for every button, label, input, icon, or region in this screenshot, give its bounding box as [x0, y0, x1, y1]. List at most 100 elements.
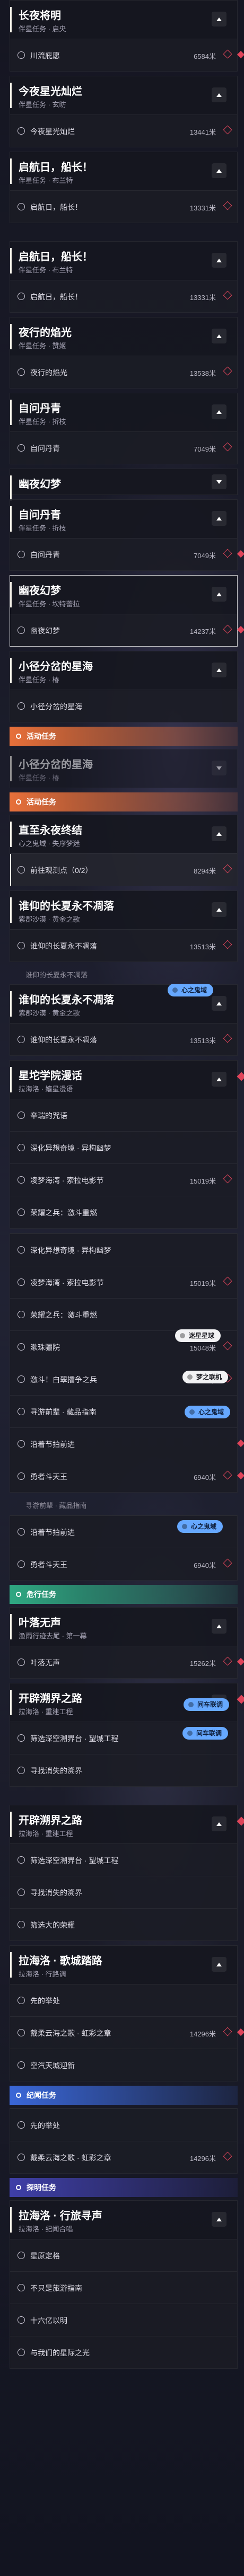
quest-header[interactable]: 拉海洛 · 行旅寻声 拉海洛 · 纪闻合唱	[10, 2201, 237, 2239]
quest-step[interactable]: 空汽天城迎新	[10, 2049, 237, 2081]
waypoint-diamond-icon[interactable]	[223, 624, 232, 634]
category-header[interactable]: 纪闻任务	[10, 2086, 238, 2105]
quest-step[interactable]: 与我们的星际之光	[10, 2336, 237, 2368]
quest-card[interactable]: 启航日，船长！ 伴星任务 · 布兰特 启航日，船长！ 13331米	[10, 152, 238, 223]
category-header[interactable]: 探明任务	[10, 2178, 238, 2197]
quest-card[interactable]: 直至永夜终结 心之鬼域 · 失序梦迷 前往观测点（0/2） 8294米	[10, 815, 238, 886]
collapse-toggle-button[interactable]	[212, 761, 226, 775]
quest-step[interactable]: 叶落无声 15262米	[10, 1646, 244, 1678]
quest-list[interactable]: 长夜将明 伴星任务 · 启央 川流庇愿 6584米 今夜星光灿烂 伴星任务 · 玄昉 今夜星…	[0, 0, 244, 2373]
quest-step[interactable]: 十六亿以明	[10, 2304, 237, 2336]
quest-step[interactable]: 先的举处	[10, 2109, 237, 2141]
region-tag[interactable]: 心之鬼域	[168, 984, 214, 996]
collapse-toggle-button[interactable]	[212, 12, 226, 27]
quest-step[interactable]: 筛选深空溯界台 · 望城工程	[10, 1843, 237, 1876]
quest-header[interactable]: 启航日，船长！ 伴星任务 · 布兰特	[10, 152, 237, 190]
quest-header[interactable]: 夜行的焰光 伴星任务 · 赞姬	[10, 317, 237, 356]
waypoint-diamond-icon[interactable]	[223, 940, 232, 949]
category-header[interactable]: 危行任务	[10, 1585, 238, 1604]
quest-step[interactable]: 沿着节拍前进	[10, 1427, 244, 1460]
quest-step[interactable]: 寻找消失的溯界	[10, 1754, 237, 1786]
quest-step[interactable]: 筛选大的荣耀	[10, 1908, 237, 1940]
quest-card[interactable]: 夜行的焰光 伴星任务 · 赞姬 夜行的焰光 13538米	[10, 317, 238, 389]
quest-step[interactable]: 川流庇愿 6584米	[10, 39, 244, 71]
quest-step[interactable]: 自问丹青 7049米	[10, 538, 244, 570]
waypoint-diamond-icon[interactable]	[223, 1034, 232, 1043]
collapse-toggle-button[interactable]	[212, 2212, 226, 2227]
waypoint-diamond-icon[interactable]	[223, 2027, 232, 2036]
quest-step[interactable]: 谁仰的长夏永不凋落 13513米	[10, 929, 237, 961]
collapse-toggle-button[interactable]	[212, 1619, 226, 1634]
collapse-toggle-button[interactable]	[212, 587, 226, 602]
quest-card[interactable]: 自问丹青 伴星任务 · 折枝 自问丹青 7049米	[10, 499, 244, 571]
waypoint-diamond-icon[interactable]	[223, 201, 232, 210]
collapse-toggle-button[interactable]	[212, 329, 226, 343]
quest-step[interactable]: 荣耀之兵：激斗重燃	[10, 1196, 237, 1228]
waypoint-diamond-icon[interactable]	[223, 2151, 232, 2161]
quest-step[interactable]: 寻找消失的溯界	[10, 1876, 237, 1908]
quest-card[interactable]: 谁仰的长夏永不凋落 紫郡沙漠 · 黄金之歌 谁仰的长夏永不凋落 13513米	[10, 890, 238, 962]
quest-card[interactable]: 星坨学院漫话 拉海洛 · 嬉星漫语 辛瑞的咒语 深化异想奇境 · 异构幽梦 凌梦海湾 ·…	[10, 1060, 244, 1229]
quest-card[interactable]: 今夜星光灿烂 伴星任务 · 玄昉 今夜星光灿烂 13441米	[10, 76, 238, 147]
quest-step[interactable]: 戴柔云海之歌 · 虹彩之章 14296米	[10, 2141, 237, 2173]
quest-header[interactable]: 拉海洛 · 歌城踏路 拉海洛 · 行路调	[10, 1946, 237, 1984]
quest-header[interactable]: 小径分岔的星海 伴星任务 · 椿	[10, 749, 237, 788]
quest-step[interactable]: 小径分岔的星海	[10, 690, 237, 722]
quest-step[interactable]: 幽夜幻梦 14237米	[10, 614, 244, 646]
quest-card[interactable]: 小径分岔的星海 伴星任务 · 椿小径分岔的星海	[10, 651, 238, 722]
waypoint-diamond-icon[interactable]	[223, 549, 232, 558]
quest-step[interactable]: 凌梦海湾 · 索拉电影节 15019米	[10, 1163, 237, 1196]
waypoint-diamond-icon[interactable]	[223, 1558, 232, 1568]
quest-card[interactable]: 幽夜幻梦	[10, 469, 238, 501]
quest-header[interactable]: 幽夜幻梦 伴星任务 · 坎特蕾拉	[10, 576, 237, 614]
collapse-toggle-button[interactable]	[212, 87, 226, 102]
collapse-toggle-button[interactable]	[212, 1072, 226, 1087]
waypoint-diamond-icon[interactable]	[223, 49, 232, 59]
quest-step[interactable]: 谁仰的长夏永不凋落 13513米	[10, 1023, 237, 1055]
region-tag[interactable]: 间车联调	[184, 1698, 230, 1711]
quest-card[interactable]: 幽夜幻梦 伴星任务 · 坎特蕾拉 幽夜幻梦 14237米	[10, 575, 244, 647]
quest-step[interactable]: 深化异想奇境 · 异构幽梦	[10, 1131, 237, 1163]
quest-step[interactable]: 先的举处	[10, 1984, 237, 2016]
quest-card[interactable]: 叶落无声 渔雨行迹去尾 · 第一幕 叶落无声 15262米	[10, 1607, 244, 1679]
quest-step[interactable]: 启航日，船长！ 13331米	[10, 190, 237, 223]
quest-card[interactable]: 开辟溯界之路 拉海洛 · 重建工程 筛选深空溯界台 · 望城工程 寻找消失的溯界 筛选大…	[10, 1805, 244, 1941]
collapse-toggle-button[interactable]	[212, 902, 226, 917]
quest-card[interactable]: 拉海洛 · 行旅寻声 拉海洛 · 纪闻合唱 星原定格 不只是旅游指南 十六亿以明 与我们的…	[10, 2200, 238, 2369]
waypoint-diamond-icon[interactable]	[223, 290, 232, 300]
collapse-toggle-button[interactable]	[212, 511, 226, 526]
collapse-toggle-button[interactable]	[212, 826, 226, 841]
category-header[interactable]: 活动任务	[10, 792, 238, 811]
quest-header[interactable]: 自问丹青 伴星任务 · 折枝	[10, 500, 237, 538]
collapse-toggle-button[interactable]	[212, 1957, 226, 1972]
quest-header[interactable]: 幽夜幻梦	[10, 469, 237, 501]
quest-step[interactable]: 前往观测点（0/2） 8294米	[10, 853, 237, 886]
waypoint-diamond-icon[interactable]	[223, 1656, 232, 1666]
quest-card[interactable]: 深化异想奇境 · 异构幽梦 凌梦海湾 · 索拉电影节 15019米 荣耀之兵：激斗重燃…	[10, 1233, 244, 1493]
collapse-toggle-button[interactable]	[212, 253, 226, 268]
quest-step[interactable]: 辛瑞的咒语	[10, 1099, 237, 1131]
quest-header[interactable]: 今夜星光灿烂 伴星任务 · 玄昉	[10, 76, 237, 114]
region-tag[interactable]: 间车联调	[182, 1727, 229, 1740]
waypoint-diamond-icon[interactable]	[223, 1276, 232, 1286]
quest-step[interactable]: 夜行的焰光 13538米	[10, 356, 237, 388]
quest-step[interactable]: 自问丹青 7049米	[10, 431, 237, 464]
quest-step[interactable]: 今夜星光灿烂 13441米	[10, 114, 237, 147]
quest-step[interactable]: 不只是旅游指南	[10, 2271, 237, 2304]
category-header[interactable]: 活动任务	[10, 727, 238, 746]
region-tag[interactable]: 迷星星球	[175, 1329, 221, 1342]
collapse-toggle-button[interactable]	[212, 1816, 226, 1831]
quest-step[interactable]: 启航日，船长！ 13331米	[10, 280, 237, 312]
waypoint-diamond-icon[interactable]	[223, 366, 232, 376]
collapse-toggle-button[interactable]	[212, 663, 226, 677]
waypoint-diamond-icon[interactable]	[223, 1470, 232, 1480]
collapse-toggle-button[interactable]	[212, 163, 226, 178]
collapse-toggle-button[interactable]	[212, 474, 226, 489]
quest-step[interactable]: 勇者斗天王 6940米	[10, 1548, 237, 1580]
quest-header[interactable]: 直至永夜终结 心之鬼域 · 失序梦迷	[10, 815, 237, 853]
quest-card[interactable]: 小径分岔的星海 伴星任务 · 椿	[10, 749, 238, 788]
waypoint-diamond-icon[interactable]	[223, 1174, 232, 1184]
quest-step[interactable]: 深化异想奇境 · 异构幽梦	[10, 1233, 237, 1266]
waypoint-diamond-icon[interactable]	[223, 442, 232, 452]
quest-header[interactable]: 小径分岔的星海 伴星任务 · 椿	[10, 651, 237, 690]
